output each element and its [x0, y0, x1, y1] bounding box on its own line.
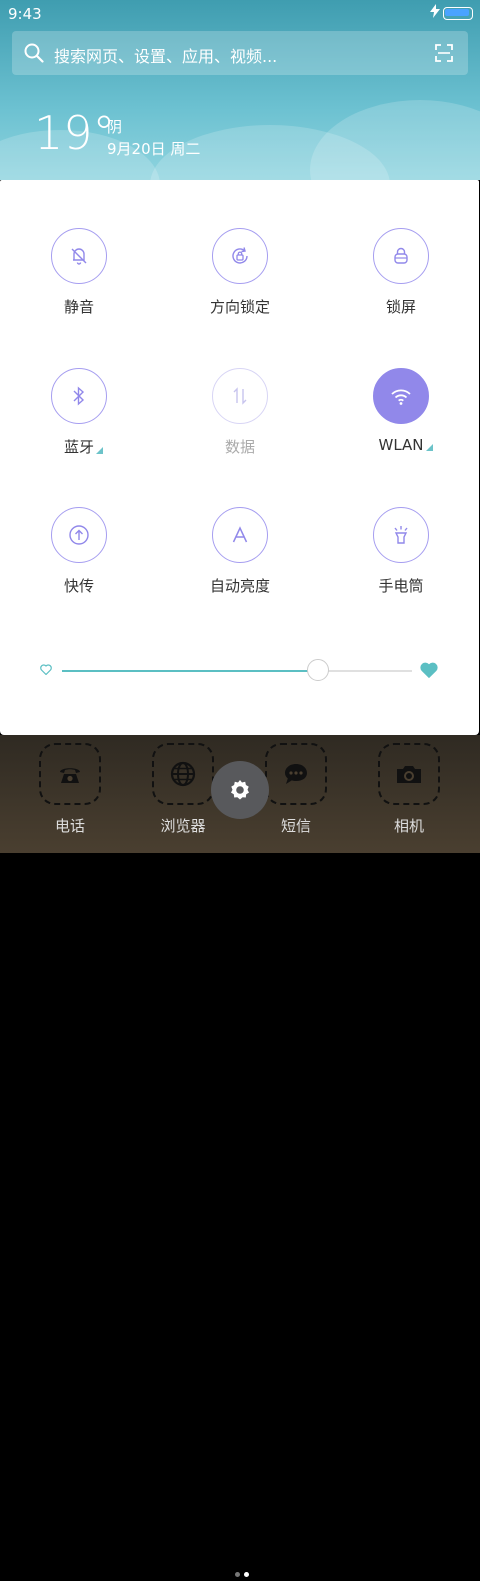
weather-condition: 阴 [107, 118, 123, 136]
brightness-slider[interactable] [62, 659, 412, 681]
toggle-label: 蓝牙 [64, 436, 103, 457]
weather-header: 9:43 搜索网页、设置、应用、视频... 19° 阴 9月20日 周二 [0, 0, 480, 180]
weather-date: 9月20日 周二 [107, 140, 201, 158]
data-icon [212, 368, 268, 424]
search-icon [24, 43, 44, 63]
bell-off-icon [51, 228, 107, 284]
app-phone[interactable]: 电话 [20, 735, 120, 836]
wifi-icon [373, 368, 429, 424]
toggle-flashlight[interactable]: 手电筒 [341, 507, 461, 596]
settings-button[interactable] [211, 761, 269, 819]
search-bar[interactable]: 搜索网页、设置、应用、视频... [12, 31, 468, 75]
toggle-label: 快传 [63, 577, 94, 595]
camera-icon [378, 743, 440, 805]
brightness-slider-knob[interactable] [306, 659, 329, 681]
lock-icon [373, 228, 429, 284]
globe-icon [152, 743, 214, 805]
toggle-label: 锁屏 [385, 298, 416, 316]
gear-icon [231, 780, 249, 800]
page-indicator [233, 1562, 251, 1581]
bluetooth-icon [51, 368, 107, 424]
brightness-slider-fill [62, 670, 318, 672]
message-icon [265, 743, 327, 805]
app-label: 电话 [54, 817, 85, 835]
battery-icon [443, 7, 473, 20]
transfer-icon [51, 507, 107, 563]
toggle-auto-brightness[interactable]: 自动亮度 [180, 507, 300, 596]
app-label: 相机 [393, 817, 424, 835]
flashlight-icon [373, 507, 429, 563]
toggle-mobile-data[interactable]: 数据 [180, 368, 300, 457]
toggle-bluetooth[interactable]: 蓝牙 [19, 368, 139, 457]
scan-icon[interactable] [434, 43, 454, 63]
brightness-high-icon [420, 662, 438, 679]
toggle-label: 方向锁定 [209, 298, 270, 316]
phone-icon [39, 743, 101, 805]
toggle-label: 手电筒 [378, 577, 424, 595]
toggle-mute[interactable]: 静音 [19, 228, 139, 317]
app-label: 浏览器 [160, 817, 206, 835]
toggle-wlan[interactable]: WLAN [341, 368, 461, 454]
quick-settings-panel: 静音 方向锁定 锁屏 蓝牙 数据 WLAN 快传 自动亮度 手电筒 [0, 180, 479, 735]
expand-indicator [96, 447, 103, 454]
toggle-label: 自动亮度 [209, 577, 270, 595]
expand-indicator [425, 444, 433, 451]
rotation-lock-icon [212, 228, 268, 284]
status-bar: 9:43 [0, 0, 480, 26]
status-time: 9:43 [8, 5, 42, 23]
page-dot-active[interactable] [244, 1572, 249, 1577]
toggle-quick-transfer[interactable]: 快传 [19, 507, 139, 596]
brightness-low-icon [40, 664, 52, 675]
toggle-label: 数据 [224, 438, 255, 456]
toggle-rotation-lock[interactable]: 方向锁定 [180, 228, 300, 317]
app-label: 短信 [280, 817, 311, 835]
search-placeholder: 搜索网页、设置、应用、视频... [54, 47, 278, 66]
toggle-label: WLAN [378, 436, 433, 454]
auto-brightness-icon [212, 507, 268, 563]
page-dot[interactable] [235, 1572, 240, 1577]
toggle-lock-screen[interactable]: 锁屏 [341, 228, 461, 317]
charging-icon [430, 4, 440, 18]
app-camera[interactable]: 相机 [359, 735, 459, 836]
toggle-label: 静音 [63, 298, 94, 316]
temperature: 19° [34, 106, 116, 160]
